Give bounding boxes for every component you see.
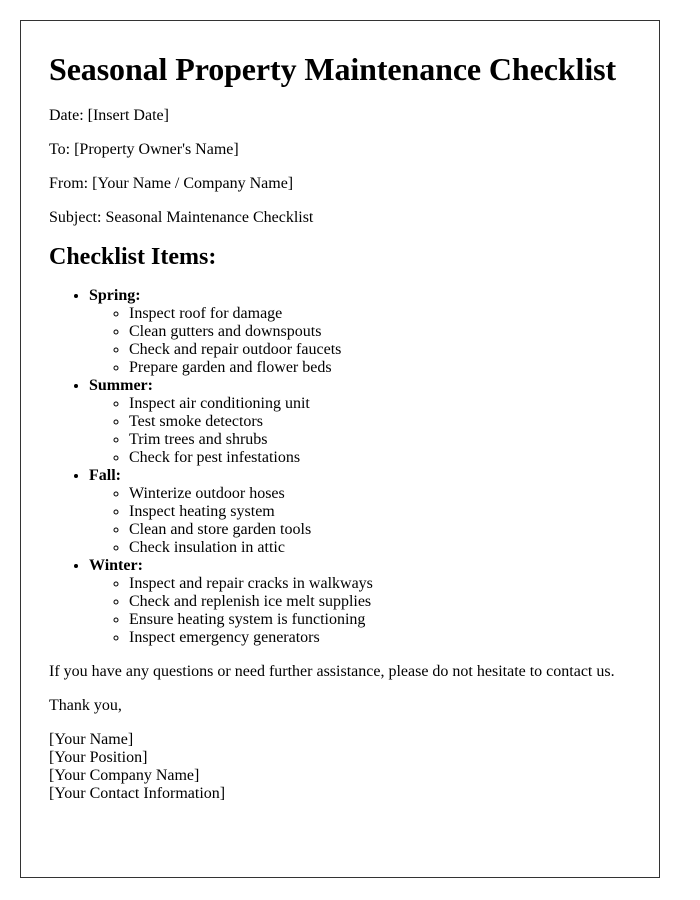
task-item: Inspect and repair cracks in walkways: [129, 575, 631, 593]
task-item: Check insulation in attic: [129, 539, 631, 557]
date-line: Date: [Insert Date]: [49, 107, 169, 124]
signature-contact: [Your Contact Information]: [49, 785, 226, 802]
task-item: Clean and store garden tools: [129, 521, 631, 539]
task-item: Inspect roof for damage: [129, 305, 631, 323]
closing-paragraph: If you have any questions or need furthe…: [49, 663, 615, 680]
thanks-line: Thank you,: [49, 697, 122, 714]
season-item-winter: Winter: Inspect and repair cracks in wal…: [89, 557, 631, 647]
signature-block: [Your Name] [Your Position] [Your Compan…: [49, 731, 631, 803]
task-list: Winterize outdoor hoses Inspect heating …: [89, 485, 631, 557]
season-item-fall: Fall: Winterize outdoor hoses Inspect he…: [89, 467, 631, 557]
season-label: Summer:: [89, 377, 153, 394]
task-item: Clean gutters and downspouts: [129, 323, 631, 341]
task-item: Winterize outdoor hoses: [129, 485, 631, 503]
task-item: Check for pest infestations: [129, 449, 631, 467]
task-list: Inspect roof for damage Clean gutters an…: [89, 305, 631, 377]
signature-position: [Your Position]: [49, 749, 148, 766]
task-item: Prepare garden and flower beds: [129, 359, 631, 377]
subject-line: Subject: Seasonal Maintenance Checklist: [49, 209, 314, 226]
letter-container: Seasonal Property Maintenance Checklist …: [20, 20, 660, 878]
task-item: Inspect heating system: [129, 503, 631, 521]
signature-name: [Your Name]: [49, 731, 134, 748]
season-label: Winter:: [89, 557, 143, 574]
task-list: Inspect air conditioning unit Test smoke…: [89, 395, 631, 467]
task-item: Test smoke detectors: [129, 413, 631, 431]
document-title: Seasonal Property Maintenance Checklist: [49, 51, 617, 87]
season-item-summer: Summer: Inspect air conditioning unit Te…: [89, 377, 631, 467]
checklist-heading: Checklist Items:: [49, 244, 217, 270]
task-item: Check and repair outdoor faucets: [129, 341, 631, 359]
task-item: Inspect emergency generators: [129, 629, 631, 647]
to-line: To: [Property Owner's Name]: [49, 141, 239, 158]
season-label: Spring:: [89, 287, 141, 304]
task-list: Inspect and repair cracks in walkways Ch…: [89, 575, 631, 647]
signature-company: [Your Company Name]: [49, 767, 200, 784]
season-list: Spring: Inspect roof for damage Clean gu…: [49, 287, 631, 647]
from-line: From: [Your Name / Company Name]: [49, 175, 294, 192]
season-label: Fall:: [89, 467, 121, 484]
task-item: Inspect air conditioning unit: [129, 395, 631, 413]
task-item: Ensure heating system is functioning: [129, 611, 631, 629]
task-item: Check and replenish ice melt supplies: [129, 593, 631, 611]
season-item-spring: Spring: Inspect roof for damage Clean gu…: [89, 287, 631, 377]
task-item: Trim trees and shrubs: [129, 431, 631, 449]
